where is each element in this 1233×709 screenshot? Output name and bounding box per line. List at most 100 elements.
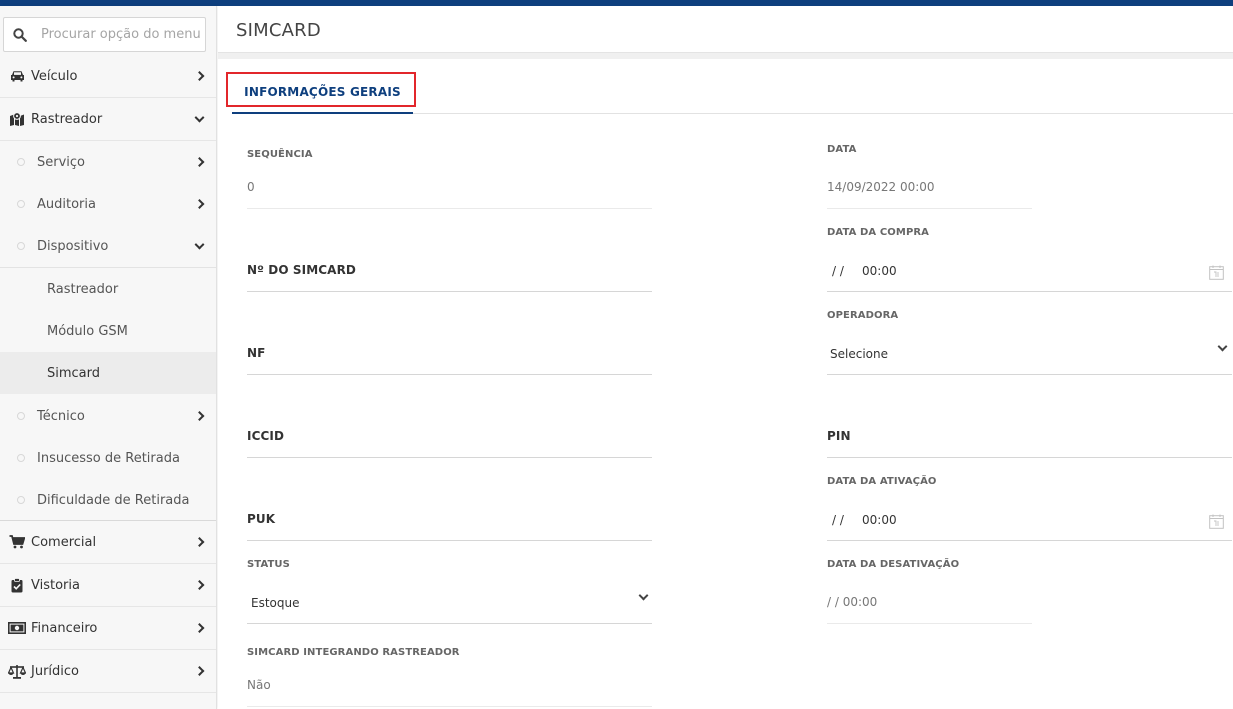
page-header: SIMCARD <box>218 6 1233 53</box>
calendar-icon[interactable] <box>1209 514 1224 529</box>
sidebar-item-label: Vistoria <box>31 577 80 593</box>
sidebar-item-label: Técnico <box>37 408 85 424</box>
sidebar-item-label: Veículo <box>31 68 78 84</box>
chevron-down-icon[interactable] <box>638 590 649 601</box>
data-label: DATA <box>827 144 857 155</box>
sidebar: Veículo Rastreador Serviço Auditoria Dis… <box>0 6 217 709</box>
sidebar-item-label: Simcard <box>47 365 101 381</box>
page-title: SIMCARD <box>236 20 321 41</box>
sidebar-item-label: Jurídico <box>31 663 79 679</box>
search-icon <box>13 27 27 42</box>
sidebar-item-rastreador[interactable]: Rastreador <box>0 98 216 141</box>
data-desativacao-label: DATA DA DESATIVAÇÃO <box>827 559 960 570</box>
sidebar-subitem-servico[interactable]: Serviço <box>0 141 216 183</box>
sidebar-item-comercial[interactable]: Comercial <box>0 521 216 564</box>
sidebar-item-label: Auditoria <box>37 196 96 212</box>
map-marker-icon <box>8 111 26 127</box>
nf-input[interactable] <box>247 374 652 375</box>
field-underline <box>827 291 1232 292</box>
data-compra-time[interactable]: 00:00 <box>862 264 897 278</box>
field-underline <box>247 706 652 707</box>
iccid-label[interactable]: ICCID <box>247 429 284 443</box>
calendar-icon[interactable] <box>1209 265 1224 280</box>
sidebar-item-label: Dificuldade de Retirada <box>37 492 190 508</box>
chevron-right-icon <box>194 411 205 421</box>
puk-label[interactable]: PUK <box>247 512 275 526</box>
sidebar-item-label: Serviço <box>37 154 86 170</box>
field-underline <box>827 374 1232 375</box>
sequencia-value: 0 <box>247 180 255 194</box>
pin-input[interactable] <box>827 457 1232 458</box>
numero-simcard-input[interactable] <box>247 291 652 292</box>
sidebar-item-vistoria[interactable]: Vistoria <box>0 564 216 607</box>
operadora-label: OPERADORA <box>827 310 899 321</box>
integrando-label: SIMCARD INTEGRANDO RASTREADOR <box>247 647 460 658</box>
sidebar-subitem-tecnico[interactable]: Técnico <box>0 395 216 437</box>
field-underline <box>827 540 1232 541</box>
chevron-right-icon <box>194 666 205 676</box>
data-compra-date[interactable]: / / <box>832 264 844 278</box>
nf-label[interactable]: NF <box>247 346 265 360</box>
field-underline <box>827 623 1032 624</box>
chevron-down-icon <box>194 112 205 123</box>
tree-node-icon <box>17 496 25 504</box>
tree-node-icon <box>17 200 25 208</box>
puk-input[interactable] <box>247 540 652 541</box>
status-label: STATUS <box>247 559 290 570</box>
tree-node-icon <box>17 158 25 166</box>
tree-node-icon <box>17 242 25 250</box>
sidebar-item-label: Dispositivo <box>37 238 109 254</box>
data-ativacao-time[interactable]: 00:00 <box>862 513 897 527</box>
iccid-input[interactable] <box>247 457 652 458</box>
sidebar-subitem-modulo-gsm[interactable]: Módulo GSM <box>0 310 216 352</box>
sidebar-subitem-dificuldade[interactable]: Dificuldade de Retirada <box>0 479 216 521</box>
sidebar-subitem-dispositivo[interactable]: Dispositivo <box>0 225 216 267</box>
field-underline <box>247 623 652 624</box>
sidebar-item-label: Comercial <box>31 534 97 550</box>
sidebar-subitem-auditoria[interactable]: Auditoria <box>0 183 216 225</box>
data-value: 14/09/2022 00:00 <box>827 180 935 194</box>
sidebar-item-label: Insucesso de Retirada <box>37 450 180 466</box>
data-ativacao-date[interactable]: / / <box>832 513 844 527</box>
integrando-value: Não <box>247 678 271 692</box>
money-bill-icon <box>8 620 26 636</box>
field-underline <box>827 208 1032 209</box>
sidebar-item-label: Rastreador <box>47 281 119 297</box>
chevron-right-icon <box>194 580 205 590</box>
chevron-down-icon[interactable] <box>1217 341 1228 352</box>
data-ativacao-label: DATA DA ATIVAÇÃO <box>827 476 937 487</box>
sequencia-label: SEQUÊNCIA <box>247 149 313 160</box>
menu-search-input[interactable] <box>41 27 201 42</box>
status-select[interactable]: Estoque <box>251 596 300 610</box>
chevron-right-icon <box>194 157 205 167</box>
sidebar-subitem-simcard[interactable]: Simcard <box>0 352 216 394</box>
sidebar-item-veiculo[interactable]: Veículo <box>0 55 216 98</box>
sidebar-item-label: Módulo GSM <box>47 323 128 339</box>
chevron-right-icon <box>194 199 205 209</box>
shopping-cart-icon <box>8 534 26 550</box>
chevron-right-icon <box>194 71 205 81</box>
pin-label[interactable]: PIN <box>827 429 851 443</box>
data-desativacao-value: / / 00:00 <box>827 595 878 609</box>
sidebar-subitem-disp-rastreador[interactable]: Rastreador <box>0 268 216 310</box>
car-icon <box>8 68 26 84</box>
sidebar-item-label: Financeiro <box>31 620 98 636</box>
field-underline <box>247 208 652 209</box>
form-panel: INFORMAÇÕES GERAIS SEQUÊNCIA 0 Nº DO SIM… <box>218 59 1233 709</box>
sidebar-subitem-insucesso[interactable]: Insucesso de Retirada <box>0 437 216 479</box>
tree-node-icon <box>17 454 25 462</box>
balance-scale-icon <box>8 663 26 679</box>
menu-search[interactable] <box>3 17 206 52</box>
tree-node-icon <box>17 412 25 420</box>
sidebar-item-financeiro[interactable]: Financeiro <box>0 607 216 650</box>
sidebar-item-label: Rastreador <box>31 111 103 127</box>
highlight-box <box>226 72 416 107</box>
numero-simcard-label[interactable]: Nº DO SIMCARD <box>247 263 356 277</box>
chevron-right-icon <box>194 537 205 547</box>
sidebar-item-juridico[interactable]: Jurídico <box>0 650 216 693</box>
operadora-select[interactable]: Selecione <box>830 347 888 361</box>
chevron-right-icon <box>194 623 205 633</box>
data-compra-label: DATA DA COMPRA <box>827 227 930 238</box>
clipboard-check-icon <box>8 577 26 593</box>
chevron-down-icon <box>194 239 205 250</box>
